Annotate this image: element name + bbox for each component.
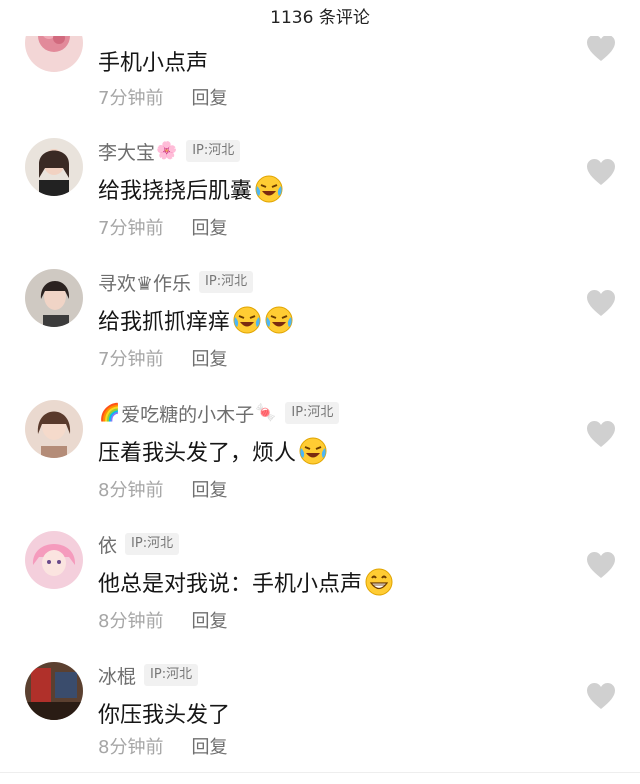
ip-badge: IP:河北 xyxy=(125,533,180,555)
avatar[interactable] xyxy=(25,138,83,196)
comment-text-content: 给我挠挠后肌囊 xyxy=(98,179,253,204)
comment-text: 给我挠挠后肌囊 xyxy=(98,172,284,206)
comment-item: 🌈 爱吃糖的小木子 🍬 IP:河北 压着我头发了，烦人 8分钟前 回复 xyxy=(0,392,640,522)
rainbow-emoji-icon: 🌈 xyxy=(99,403,121,423)
comment-text: 压着我头发了，烦人 xyxy=(98,434,328,468)
laughing-crying-emoji-icon xyxy=(264,305,294,335)
comment-item: 依 IP:河北 他总是对我说：手机小点声 8分钟前 回复 xyxy=(0,523,640,653)
comment-meta: 7分钟前 回复 xyxy=(98,345,227,371)
grinning-emoji-icon xyxy=(364,567,394,597)
comment-item: 冰棍 IP:河北 你压我头发了 8分钟前 回复 xyxy=(0,654,640,784)
comment-author: 依 IP:河北 xyxy=(98,531,180,558)
ip-badge: IP:河北 xyxy=(186,140,241,162)
laughing-crying-emoji-icon xyxy=(254,174,284,204)
comment-text-content: 压着我头发了，烦人 xyxy=(98,441,297,466)
comment-time: 8分钟前 xyxy=(98,611,164,632)
author-name[interactable]: 李大宝 xyxy=(98,138,155,165)
laughing-crying-emoji-icon xyxy=(298,436,328,466)
comment-text: 手机小点声 xyxy=(98,44,208,78)
comment-time: 8分钟前 xyxy=(98,737,164,758)
avatar[interactable] xyxy=(25,400,83,458)
author-name[interactable]: 依 xyxy=(98,531,117,558)
ip-badge: IP:河北 xyxy=(144,664,199,686)
comment-item: 李大宝 🌸 IP:河北 给我挠挠后肌囊 7分钟前 回复 xyxy=(0,130,640,260)
comment-author: 李大宝 🌸 IP:河北 xyxy=(98,138,241,165)
reply-button[interactable]: 回复 xyxy=(191,733,227,759)
comment-text-content: 他总是对我说：手机小点声 xyxy=(98,572,363,597)
comment-time: 7分钟前 xyxy=(98,88,164,109)
heart-icon[interactable] xyxy=(586,158,616,186)
comment-author: 冰棍 IP:河北 xyxy=(98,662,199,689)
avatar[interactable] xyxy=(25,531,83,589)
comment-author: 🌈 爱吃糖的小木子 🍬 IP:河北 xyxy=(98,400,340,427)
comment-meta: 8分钟前 回复 xyxy=(98,476,227,502)
comment-author: 寻欢♛作乐 IP:河北 xyxy=(98,269,254,296)
reply-button[interactable]: 回复 xyxy=(191,84,227,110)
comment-text-content: 手机小点声 xyxy=(98,51,209,76)
comment-text: 给我抓抓痒痒 xyxy=(98,303,294,337)
reply-button[interactable]: 回复 xyxy=(191,214,227,240)
comments-header: 1136 条评论 xyxy=(0,0,640,36)
reply-button[interactable]: 回复 xyxy=(191,476,227,502)
comment-meta: 7分钟前 回复 xyxy=(98,84,227,110)
comment-time: 7分钟前 xyxy=(98,218,164,239)
reply-button[interactable]: 回复 xyxy=(191,345,227,371)
comment-list: 手机小点声 7分钟前 回复 李大宝 🌸 IP:河北 给我挠挠后肌囊 7分钟前 回… xyxy=(0,0,640,779)
comment-count-title: 1136 条评论 xyxy=(270,8,370,28)
heart-icon[interactable] xyxy=(586,682,616,710)
comment-text-content: 你压我头发了 xyxy=(98,703,231,728)
ip-badge: IP:河北 xyxy=(199,271,254,293)
comment-meta: 8分钟前 回复 xyxy=(98,607,227,633)
laughing-crying-emoji-icon xyxy=(232,305,262,335)
comment-meta: 7分钟前 回复 xyxy=(98,214,227,240)
divider xyxy=(0,772,640,773)
comment-text-content: 给我抓抓痒痒 xyxy=(98,310,231,335)
heart-icon[interactable] xyxy=(586,289,616,317)
comment-item: 寻欢♛作乐 IP:河北 给我抓抓痒痒 7分钟前 回复 xyxy=(0,261,640,391)
candy-emoji-icon: 🍬 xyxy=(255,403,277,423)
heart-icon[interactable] xyxy=(586,34,616,62)
comment-text: 你压我头发了 xyxy=(98,696,230,730)
reply-button[interactable]: 回复 xyxy=(191,607,227,633)
heart-icon[interactable] xyxy=(586,420,616,448)
author-name[interactable]: 冰棍 xyxy=(98,662,136,689)
comment-meta: 8分钟前 回复 xyxy=(98,733,227,759)
author-name-emoji: 🌸 xyxy=(156,141,178,161)
author-name[interactable]: 爱吃糖的小木子 xyxy=(121,400,254,427)
comment-text: 他总是对我说：手机小点声 xyxy=(98,565,394,599)
heart-icon[interactable] xyxy=(586,551,616,579)
comment-time: 8分钟前 xyxy=(98,480,164,501)
comment-time: 7分钟前 xyxy=(98,349,164,370)
avatar[interactable] xyxy=(25,269,83,327)
avatar[interactable] xyxy=(25,662,83,720)
author-name[interactable]: 寻欢♛作乐 xyxy=(98,269,191,296)
ip-badge: IP:河北 xyxy=(285,402,340,424)
